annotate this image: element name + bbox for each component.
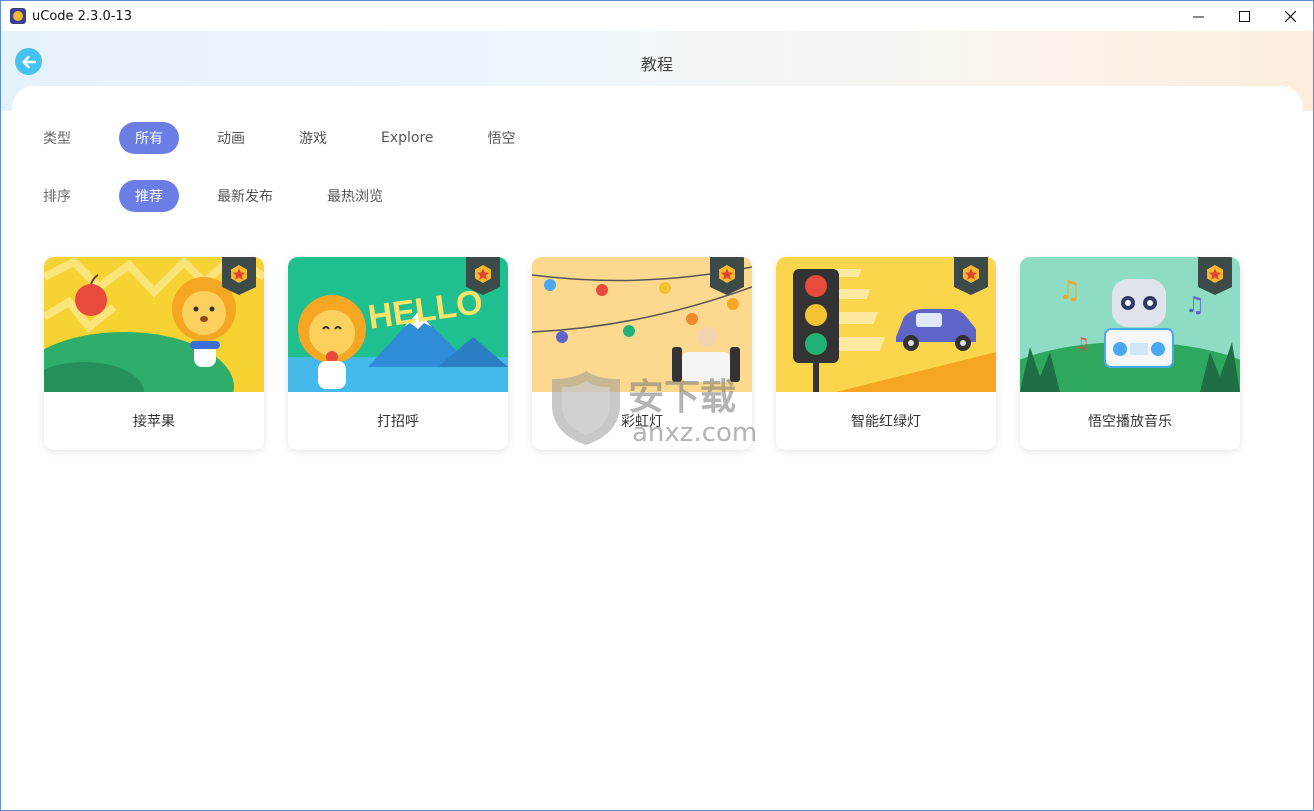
featured-badge-icon: [1198, 257, 1232, 295]
type-filter-label: 类型: [43, 131, 71, 147]
window-controls: [1175, 1, 1313, 31]
minimize-icon: [1192, 16, 1204, 17]
card-title: 打招呼: [377, 414, 419, 430]
featured-badge-icon: [222, 257, 256, 295]
type-chip-explore[interactable]: Explore: [365, 122, 450, 154]
card-title: 智能红绿灯: [851, 414, 921, 430]
tutorial-card-smart-traffic-light[interactable]: 智能红绿灯: [776, 257, 996, 450]
maximize-button[interactable]: [1221, 1, 1267, 31]
tutorial-card-rainbow-lights[interactable]: 彩虹灯: [532, 257, 752, 450]
type-chip-wukong[interactable]: 悟空: [472, 122, 532, 154]
tutorial-card-say-hello[interactable]: HELLO 打招呼: [288, 257, 508, 450]
tutorial-card-catch-apples[interactable]: 接苹果: [44, 257, 264, 450]
sort-chip-recommended[interactable]: 推荐: [119, 180, 179, 212]
minimize-button[interactable]: [1175, 1, 1221, 31]
close-icon: [1284, 10, 1296, 22]
type-filter-row: 类型 所有 动画 游戏 Explore 悟空: [43, 122, 554, 154]
title-bar: uCode 2.3.0-13: [1, 1, 1313, 31]
close-button[interactable]: [1267, 1, 1313, 31]
page-title: 教程: [640, 55, 673, 74]
app-logo-icon: [10, 8, 26, 24]
tutorial-card-wukong-music[interactable]: ♫ ♫ ♫ 悟空播放音乐: [1020, 257, 1240, 450]
tutorial-card-list: 接苹果 HELLO 打招呼 彩虹灯 智能红绿灯 ♫ ♫ ♫ 悟空播放音乐: [44, 257, 1240, 450]
card-title: 彩虹灯: [621, 414, 663, 430]
featured-badge-icon: [710, 257, 744, 295]
type-chip-all[interactable]: 所有: [119, 122, 179, 154]
svg-text:♫: ♫: [1185, 293, 1205, 318]
card-title: 接苹果: [133, 414, 175, 430]
card-title: 悟空播放音乐: [1088, 414, 1172, 430]
svg-text:♫: ♫: [1058, 276, 1081, 306]
sort-filter-label: 排序: [43, 189, 71, 205]
svg-text:♫: ♫: [1075, 334, 1089, 353]
featured-badge-icon: [954, 257, 988, 295]
content-panel: 类型 所有 动画 游戏 Explore 悟空 排序 推荐 最新发布 最热浏览 接…: [12, 86, 1303, 808]
maximize-icon: [1238, 10, 1250, 22]
sort-filter-row: 排序 推荐 最新发布 最热浏览: [43, 180, 421, 212]
type-chip-game[interactable]: 游戏: [283, 122, 343, 154]
window-title: uCode 2.3.0-13: [32, 8, 132, 24]
type-chip-animation[interactable]: 动画: [201, 122, 261, 154]
sort-chip-popular[interactable]: 最热浏览: [311, 180, 399, 212]
app-window: uCode 2.3.0-13 教程 类型 所有 动画 游戏 Explore 悟空…: [0, 0, 1314, 811]
featured-badge-icon: [466, 257, 500, 295]
sort-chip-newest[interactable]: 最新发布: [201, 180, 289, 212]
